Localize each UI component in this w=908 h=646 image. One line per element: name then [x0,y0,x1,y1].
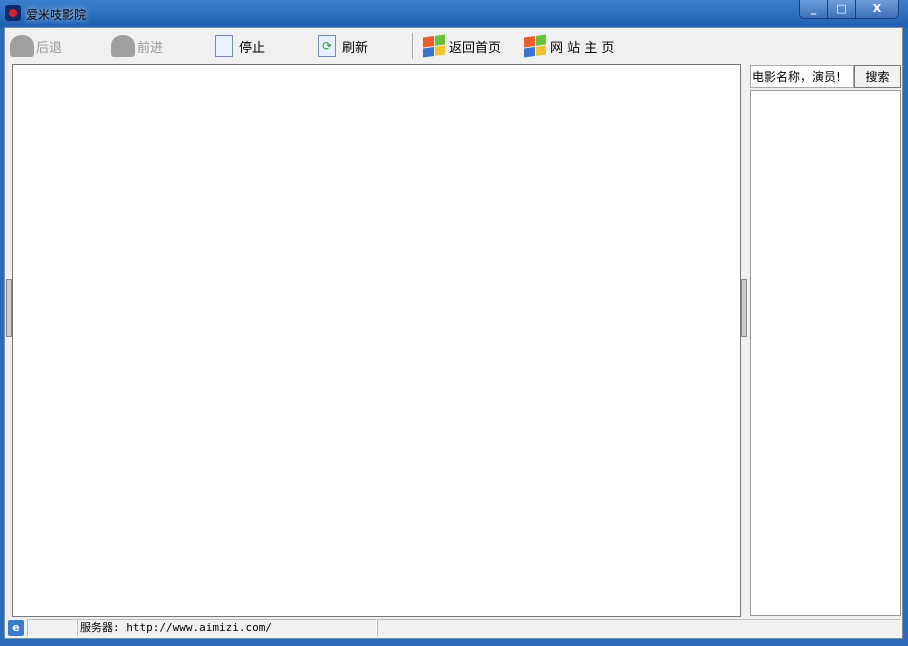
toolbar: 后退 前进 停止 ⟳ 刷新 返回首页 网 站 主 页 [5,28,902,64]
status-cell [27,618,77,637]
app-icon [5,5,21,21]
stop-label: 停止 [239,40,266,56]
status-bar: e 服务器: http://www.aimizi.com/ [5,617,902,638]
stop-button[interactable]: 停止 [215,34,265,58]
refresh-icon: ⟳ [318,35,336,57]
forward-icon [111,35,135,57]
right-splitter-handle[interactable] [741,279,747,337]
home-label: 返回首页 [449,40,502,56]
search-panel: 搜索 [750,65,901,617]
forward-button[interactable]: 前进 [111,34,163,58]
browser-view[interactable] [12,64,741,617]
windows-logo-icon [524,34,546,58]
close-button[interactable]: X [856,0,898,18]
client-area: 后退 前进 停止 ⟳ 刷新 返回首页 网 站 主 页 搜索 e 服务器: http… [4,27,903,639]
window-title: 爱米吱影院 [26,8,87,22]
ie-icon: e [8,619,24,636]
server-status: 服务器: http://www.aimizi.com/ [77,618,377,637]
maximize-button[interactable]: □ [828,0,856,18]
toolbar-separator [412,33,413,59]
minimize-button[interactable]: _ [800,0,828,18]
site-label: 网 站 主 页 [550,40,615,56]
site-home-button[interactable]: 网 站 主 页 [524,34,614,58]
refresh-button[interactable]: ⟳ 刷新 [318,34,368,58]
search-button[interactable]: 搜索 [854,65,901,88]
windows-logo-icon [423,34,445,58]
results-list[interactable] [750,90,901,616]
title-bar: 爱米吱影院 _ □ X [0,0,908,28]
back-button[interactable]: 后退 [10,34,62,58]
search-input[interactable] [750,65,854,88]
refresh-label: 刷新 [342,40,369,56]
status-cell [377,618,901,637]
forward-label: 前进 [137,40,164,56]
page-icon [215,35,233,57]
back-label: 后退 [36,40,63,56]
back-icon [10,35,34,57]
home-button[interactable]: 返回首页 [423,34,501,58]
